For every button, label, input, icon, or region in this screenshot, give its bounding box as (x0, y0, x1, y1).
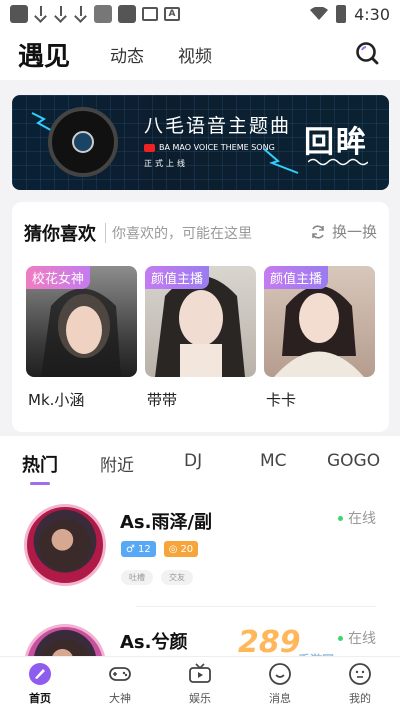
online-status-text: 在线 (348, 511, 376, 527)
bottom-tab-label: 娱乐 (189, 692, 211, 705)
user-tag: 交友 (161, 570, 193, 585)
recommend-item[interactable]: 颜值主播 带带 (145, 266, 256, 410)
watermark-text: 289 (238, 625, 301, 660)
notification-icon (10, 5, 28, 23)
user-row[interactable]: As.雨泽/副 在线 ♂ 12 ◎ 20 吐槽 交友 (0, 498, 400, 618)
feed-tab-nearby[interactable]: 附近 (100, 451, 134, 476)
tab-videos[interactable]: 视频 (178, 42, 212, 67)
banner-subtitle: BA MAO VOICE THEME SONG (144, 143, 275, 152)
user-tags: 吐槽 交友 (121, 570, 193, 585)
status-icons: A (10, 5, 180, 23)
bottom-tab-profile[interactable]: 我的 (320, 657, 400, 711)
user-name: As.兮颜 (120, 632, 188, 653)
gender-badge: ♂ 12 (121, 541, 156, 557)
promo-banner[interactable]: 八毛语音主题曲 BA MAO VOICE THEME SONG 正式上线 回眸 (12, 95, 389, 190)
recommend-name: 卡卡 (266, 391, 297, 409)
app-icon (94, 5, 112, 23)
refresh-label: 换一换 (331, 223, 377, 241)
bottom-tab-entertainment[interactable]: 娱乐 (160, 657, 240, 711)
bottom-tab-masters[interactable]: 大神 (80, 657, 160, 711)
level-badge-value: 20 (180, 543, 194, 555)
feed-tab-gogo[interactable]: GOGO (327, 451, 380, 471)
recommend-tag: 颜值主播 (264, 266, 329, 289)
tab-encounter[interactable]: 遇见 (18, 36, 70, 73)
feed-tab-hot[interactable]: 热门 (22, 451, 58, 485)
refresh-icon (312, 224, 324, 239)
download-icon (34, 5, 48, 23)
play-icon (144, 143, 155, 152)
bottom-tab-bar: 首页 大神 娱乐 消息 我的 (0, 656, 400, 711)
tab-moments[interactable]: 动态 (110, 42, 144, 67)
avatar[interactable] (24, 504, 106, 586)
home-icon (29, 663, 51, 685)
status-bar: A 4:30 (0, 0, 400, 28)
search-icon[interactable] (354, 40, 380, 66)
download-icon (74, 5, 88, 23)
recommend-photo: 校花女神 (26, 266, 137, 377)
app-icon (118, 5, 136, 23)
tv-icon (189, 663, 211, 683)
mail-icon (142, 7, 158, 21)
user-name: As.雨泽/副 (120, 512, 213, 533)
recommend-item[interactable]: 校花女神 Mk.小涵 (26, 266, 137, 410)
row-divider (136, 606, 376, 607)
recommend-photo: 颜值主播 (145, 266, 256, 377)
vinyl-disc-icon (48, 107, 118, 177)
online-status: 在线 (338, 508, 376, 528)
banner-tag: 正式上线 (144, 159, 188, 168)
user-tag: 吐槽 (121, 570, 153, 585)
gamepad-icon (109, 667, 131, 681)
guess-subtitle: 你喜欢的，可能在这里 (105, 223, 252, 243)
download-icon (54, 5, 68, 23)
gender-badge-value: 12 (137, 543, 151, 555)
bottom-tab-label: 首页 (29, 692, 51, 705)
banner-title: 八毛语音主题曲 (144, 115, 292, 137)
recommend-name: 带带 (147, 391, 178, 409)
recommend-name: Mk.小涵 (28, 391, 85, 409)
guess-subtitle-text: 你喜欢的，可能在这里 (112, 226, 252, 242)
status-time: 4:30 (354, 4, 390, 24)
bottom-tab-label: 我的 (349, 692, 371, 705)
user-badges: ♂ 12 ◎ 20 (121, 541, 199, 557)
message-icon (269, 663, 291, 685)
bottom-tab-label: 消息 (269, 692, 291, 705)
feed-tab-mc[interactable]: MC (260, 451, 287, 471)
recommend-tag: 颜值主播 (145, 266, 210, 289)
recommend-photo: 颜值主播 (264, 266, 375, 377)
refresh-button[interactable]: 换一换 (310, 221, 377, 242)
recommend-item[interactable]: 颜值主播 卡卡 (264, 266, 375, 410)
recommend-list: 校花女神 Mk.小涵 颜值主播 带带 颜值主播 卡卡 (26, 266, 375, 410)
feed-tabs: 热门 附近 DJ MC GOGO (0, 436, 400, 486)
feed-section: 热门 附近 DJ MC GOGO As.雨泽/副 在线 ♂ 12 ◎ 20 吐槽… (0, 436, 400, 706)
bottom-tab-label: 大神 (109, 692, 131, 705)
profile-icon (349, 663, 371, 685)
recommend-tag: 校花女神 (26, 266, 91, 289)
wifi-icon (310, 7, 329, 20)
bottom-tab-home[interactable]: 首页 (0, 657, 80, 711)
a-icon: A (164, 7, 180, 21)
online-dot-icon (338, 515, 343, 521)
top-navigation: 遇见 动态 视频 (0, 28, 400, 80)
guess-you-like-card: 猜你喜欢 你喜欢的，可能在这里 换一换 校花女神 Mk.小涵 颜值主播 带带 颜… (12, 202, 389, 432)
banner-subtitle-text: BA MAO VOICE THEME SONG (159, 143, 275, 152)
guess-title: 猜你喜欢 (24, 224, 96, 245)
feed-tab-dj[interactable]: DJ (184, 451, 202, 471)
wave-decoration (308, 158, 368, 166)
battery-icon (336, 5, 347, 23)
bottom-tab-messages[interactable]: 消息 (240, 657, 320, 711)
level-badge: ◎ 20 (163, 541, 199, 557)
banner-big-text: 回眸 (304, 125, 368, 160)
